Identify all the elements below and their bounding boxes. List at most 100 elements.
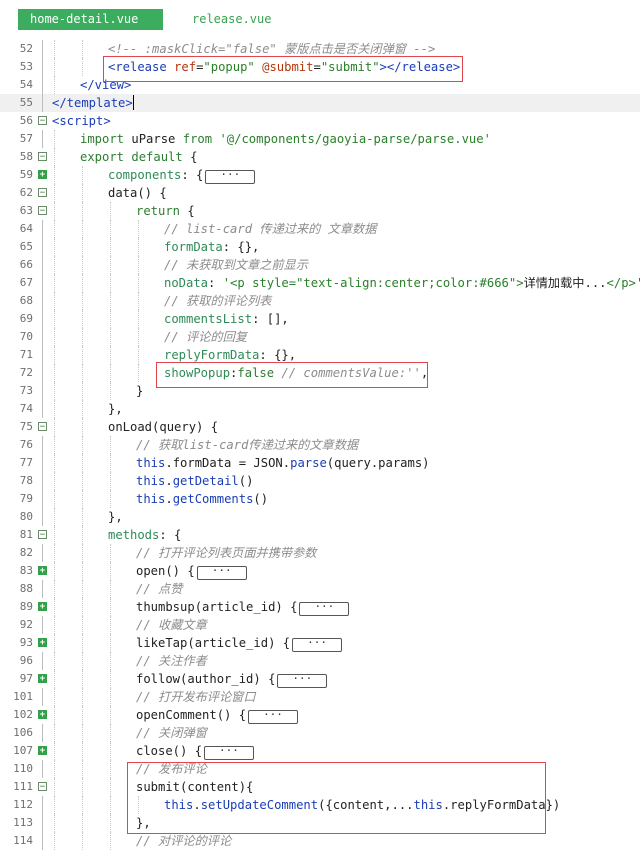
- line-number: 55: [19, 96, 33, 109]
- line-number: 74: [19, 402, 33, 415]
- indent-guide: [82, 778, 83, 796]
- code-line[interactable]: 78 this.getDetail(): [0, 472, 640, 490]
- code-line[interactable]: 96 // 关注作者: [0, 652, 640, 670]
- folded-code-placeholder[interactable]: ···: [205, 169, 256, 184]
- folded-code-placeholder[interactable]: ···: [196, 565, 247, 580]
- indent-guide: [110, 490, 111, 508]
- indent-guide: [110, 616, 111, 634]
- code-line[interactable]: 54 </view>: [0, 76, 640, 94]
- code-line[interactable]: 72 showPopup:false // commentsValue:'',: [0, 364, 640, 382]
- collapse-icon[interactable]: −: [38, 116, 47, 126]
- expand-icon[interactable]: +: [38, 638, 47, 648]
- folded-code-placeholder[interactable]: ···: [299, 601, 350, 616]
- indent-guide: [82, 670, 83, 688]
- tab-home-detail[interactable]: home-detail.vue: [18, 9, 163, 30]
- indent-guide: [82, 166, 83, 184]
- expand-icon[interactable]: +: [38, 674, 47, 684]
- code-line[interactable]: 75− onLoad(query) {: [0, 418, 640, 436]
- indent-guide: [110, 346, 111, 364]
- fold-guide-line: [42, 580, 43, 598]
- code-text: methods: {: [108, 528, 182, 542]
- code-line[interactable]: 102 + openComment() {···: [0, 706, 640, 724]
- code-line[interactable]: 68 // 获取的评论列表: [0, 292, 640, 310]
- code-line[interactable]: 89 + thumbsup(article_id) {···: [0, 598, 640, 616]
- code-line[interactable]: 92 // 收藏文章: [0, 616, 640, 634]
- expand-icon[interactable]: +: [38, 746, 47, 756]
- collapse-icon[interactable]: −: [38, 188, 47, 198]
- indent-guide: [110, 436, 111, 454]
- code-line[interactable]: 56− <script>: [0, 112, 640, 130]
- indent-guide: [110, 292, 111, 310]
- folded-code-placeholder[interactable]: ···: [277, 673, 328, 688]
- code-line[interactable]: 83 + open() {···: [0, 562, 640, 580]
- expand-icon[interactable]: +: [38, 602, 47, 612]
- code-line[interactable]: 66 // 未获取到文章之前显示: [0, 256, 640, 274]
- fold-guide-line: [42, 364, 43, 382]
- code-line[interactable]: 111− submit(content){: [0, 778, 640, 796]
- code-line[interactable]: 107 + close() {···: [0, 742, 640, 760]
- indent-guide: [54, 814, 55, 832]
- indent-guide: [82, 58, 83, 76]
- indent-guide: [54, 832, 55, 850]
- code-editor[interactable]: 52 <!-- :maskClick="false" 蒙版点击是否关闭弹窗 -->…: [0, 40, 640, 850]
- collapse-icon[interactable]: −: [38, 530, 47, 540]
- code-line[interactable]: 69 commentsList: [],: [0, 310, 640, 328]
- indent-guide: [110, 580, 111, 598]
- code-line[interactable]: 88 // 点赞: [0, 580, 640, 598]
- code-line[interactable]: 57 import uParse from '@/components/gaoyi…: [0, 130, 640, 148]
- code-line[interactable]: 81− methods: {: [0, 526, 640, 544]
- code-line[interactable]: 73}: [0, 382, 640, 400]
- code-line[interactable]: 97 + follow(author_id) {···: [0, 670, 640, 688]
- code-line[interactable]: 76 // 获取list-card传递过来的文章数据: [0, 436, 640, 454]
- code-line[interactable]: 52 <!-- :maskClick="false" 蒙版点击是否关闭弹窗 -->: [0, 40, 640, 58]
- collapse-icon[interactable]: −: [38, 152, 47, 162]
- code-line[interactable]: 63− return {: [0, 202, 640, 220]
- folded-code-placeholder[interactable]: ···: [292, 637, 342, 652]
- line-number: 111: [13, 780, 33, 793]
- code-line[interactable]: 53 <release ref="popup" @submit="submit">…: [0, 58, 640, 76]
- indent-guide: [54, 796, 55, 814]
- code-line[interactable]: 79 this.getComments(): [0, 490, 640, 508]
- code-line[interactable]: 71 replyFormData: {},: [0, 346, 640, 364]
- expand-icon[interactable]: +: [38, 566, 47, 576]
- code-line[interactable]: 113},: [0, 814, 640, 832]
- indent-guide: [82, 634, 83, 652]
- code-line[interactable]: 82 // 打开评论列表页面并携带参数: [0, 544, 640, 562]
- expand-icon[interactable]: +: [38, 170, 47, 180]
- indent-guide: [82, 814, 83, 832]
- code-line[interactable]: 93 + likeTap(article_id) {···: [0, 634, 640, 652]
- folded-code-placeholder[interactable]: ···: [204, 745, 254, 760]
- indent-guide: [54, 634, 55, 652]
- code-line[interactable]: 106 // 关闭弹窗: [0, 724, 640, 742]
- indent-guide: [54, 454, 55, 472]
- indent-guide: [82, 832, 83, 850]
- code-line[interactable]: 80},: [0, 508, 640, 526]
- indent-guide: [110, 454, 111, 472]
- collapse-icon[interactable]: −: [38, 782, 47, 792]
- code-line[interactable]: 112 this.setUpdateComment({content,...thi…: [0, 796, 640, 814]
- expand-icon[interactable]: +: [38, 710, 47, 720]
- indent-guide: [54, 256, 55, 274]
- tab-release[interactable]: release.vue: [192, 9, 271, 30]
- code-line[interactable]: 55 </template>: [0, 94, 640, 112]
- code-line[interactable]: 59 + components: {···: [0, 166, 640, 184]
- code-line[interactable]: 65 formData: {},: [0, 238, 640, 256]
- code-line[interactable]: 58− export default {: [0, 148, 640, 166]
- code-line[interactable]: 62− data() {: [0, 184, 640, 202]
- code-line[interactable]: 77 this.formData = JSON.parse(query.param…: [0, 454, 640, 472]
- code-line[interactable]: 101 // 打开发布评论窗口: [0, 688, 640, 706]
- collapse-icon[interactable]: −: [38, 422, 47, 432]
- indent-guide: [54, 760, 55, 778]
- code-line[interactable]: 114 // 对评论的评论: [0, 832, 640, 850]
- folded-code-placeholder[interactable]: ···: [248, 709, 298, 724]
- indent-guide: [110, 238, 111, 256]
- code-line[interactable]: 64 // list-card 传递过来的 文章数据: [0, 220, 640, 238]
- code-line[interactable]: 74},: [0, 400, 640, 418]
- code-text: components: {···: [108, 166, 256, 184]
- line-number: 63: [19, 204, 33, 217]
- collapse-icon[interactable]: −: [38, 206, 47, 216]
- code-line[interactable]: 70 // 评论的回复: [0, 328, 640, 346]
- indent-guide: [110, 598, 111, 616]
- code-line[interactable]: 67 noData: '<p style="text-align:center;c…: [0, 274, 640, 292]
- code-line[interactable]: 110 // 发布评论: [0, 760, 640, 778]
